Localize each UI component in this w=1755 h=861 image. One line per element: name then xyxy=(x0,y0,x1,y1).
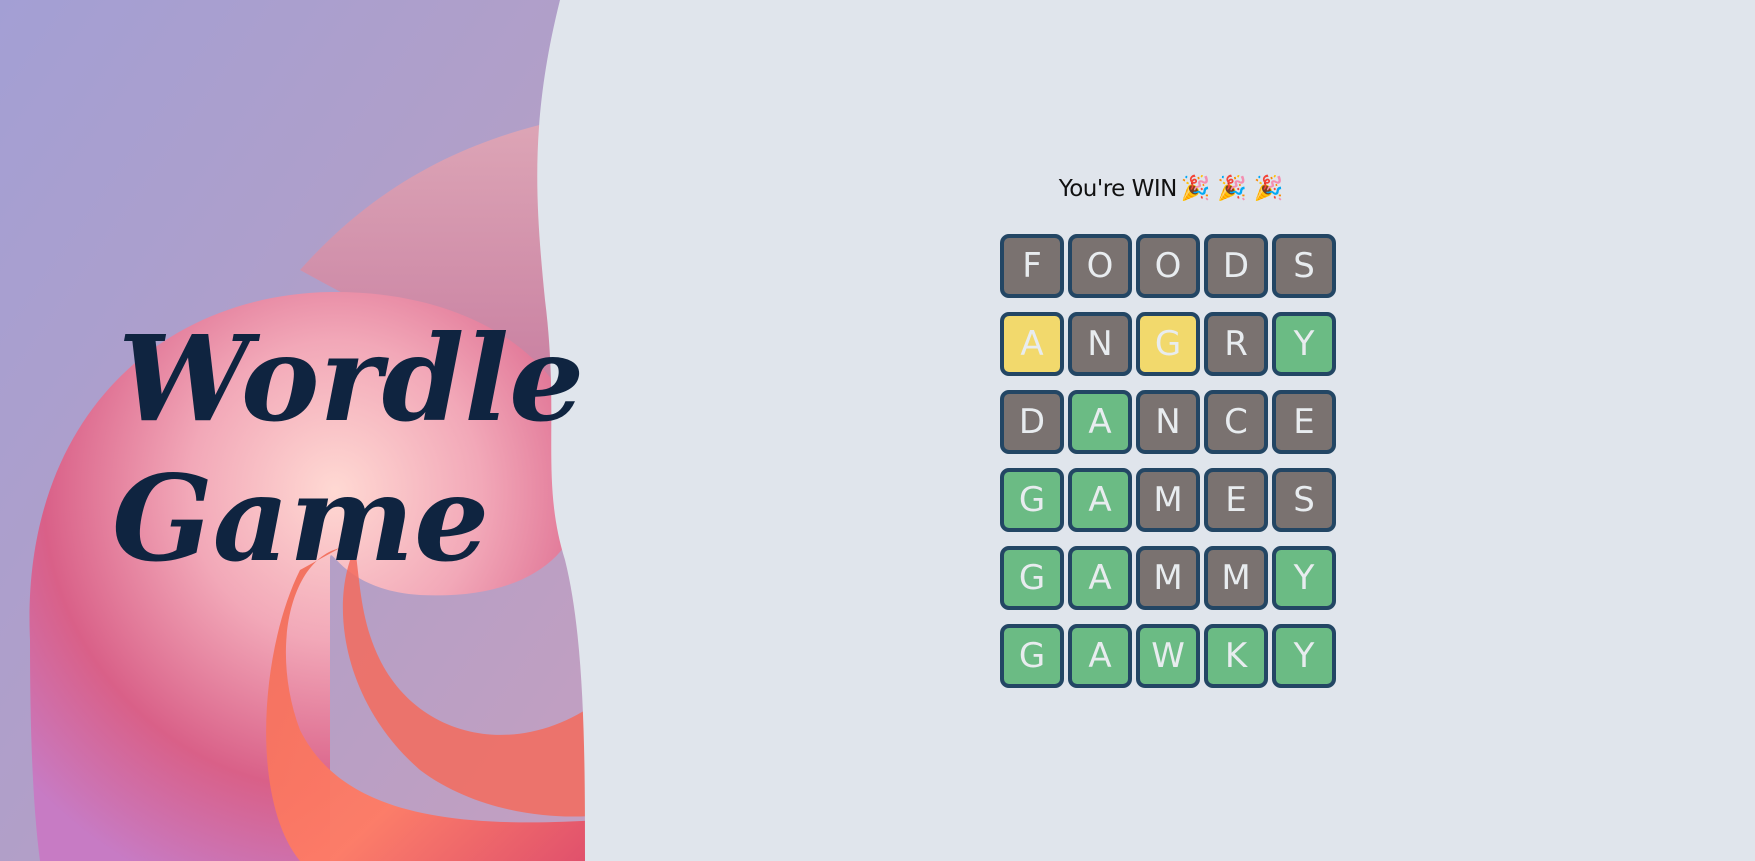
party-popper-icon: 🎉 🎉 🎉 xyxy=(1180,174,1284,202)
tile-r6-c5: Y xyxy=(1272,624,1336,688)
tile-r1-c4: D xyxy=(1204,234,1268,298)
status-message: You're WIN xyxy=(1058,176,1178,202)
tile-r5-c5: Y xyxy=(1272,546,1336,610)
tile-r1-c3: O xyxy=(1136,234,1200,298)
tile-r4-c4: E xyxy=(1204,468,1268,532)
hero-background: Wordle Game xyxy=(0,0,600,861)
tile-r1-c5: S xyxy=(1272,234,1336,298)
tile-r5-c3: M xyxy=(1136,546,1200,610)
tile-r2-c5: Y xyxy=(1272,312,1336,376)
tile-r6-c2: A xyxy=(1068,624,1132,688)
tile-r4-c1: G xyxy=(1000,468,1064,532)
logo-title-line2: Game xyxy=(112,449,489,588)
tile-r4-c2: A xyxy=(1068,468,1132,532)
tile-r3-c1: D xyxy=(1000,390,1064,454)
game-area: You're WIN 🎉 🎉 🎉 FOODSANGRYDANCEGAMESGAMM… xyxy=(600,0,1755,861)
tile-r2-c3: G xyxy=(1136,312,1200,376)
game-board: FOODSANGRYDANCEGAMESGAMMYGAWKY xyxy=(1000,234,1336,688)
hero-panel: Wordle Game xyxy=(0,0,600,861)
tile-r5-c1: G xyxy=(1000,546,1064,610)
win-status: You're WIN 🎉 🎉 🎉 xyxy=(999,174,1343,202)
tile-r1-c2: O xyxy=(1068,234,1132,298)
tile-r2-c1: A xyxy=(1000,312,1064,376)
tile-r3-c3: N xyxy=(1136,390,1200,454)
tile-r6-c4: K xyxy=(1204,624,1268,688)
tile-r5-c4: M xyxy=(1204,546,1268,610)
wordle-page: Wordle Game You're WIN 🎉 🎉 🎉 FOODSANGRYDA… xyxy=(0,0,1755,861)
tile-r2-c2: N xyxy=(1068,312,1132,376)
tile-r3-c2: A xyxy=(1068,390,1132,454)
tile-r2-c4: R xyxy=(1204,312,1268,376)
tile-r3-c4: C xyxy=(1204,390,1268,454)
tile-r6-c3: W xyxy=(1136,624,1200,688)
tile-r4-c3: M xyxy=(1136,468,1200,532)
tile-r6-c1: G xyxy=(1000,624,1064,688)
tile-r1-c1: F xyxy=(1000,234,1064,298)
logo-title-line1: Wordle xyxy=(118,309,584,448)
tile-r3-c5: E xyxy=(1272,390,1336,454)
tile-r4-c5: S xyxy=(1272,468,1336,532)
tile-r5-c2: A xyxy=(1068,546,1132,610)
